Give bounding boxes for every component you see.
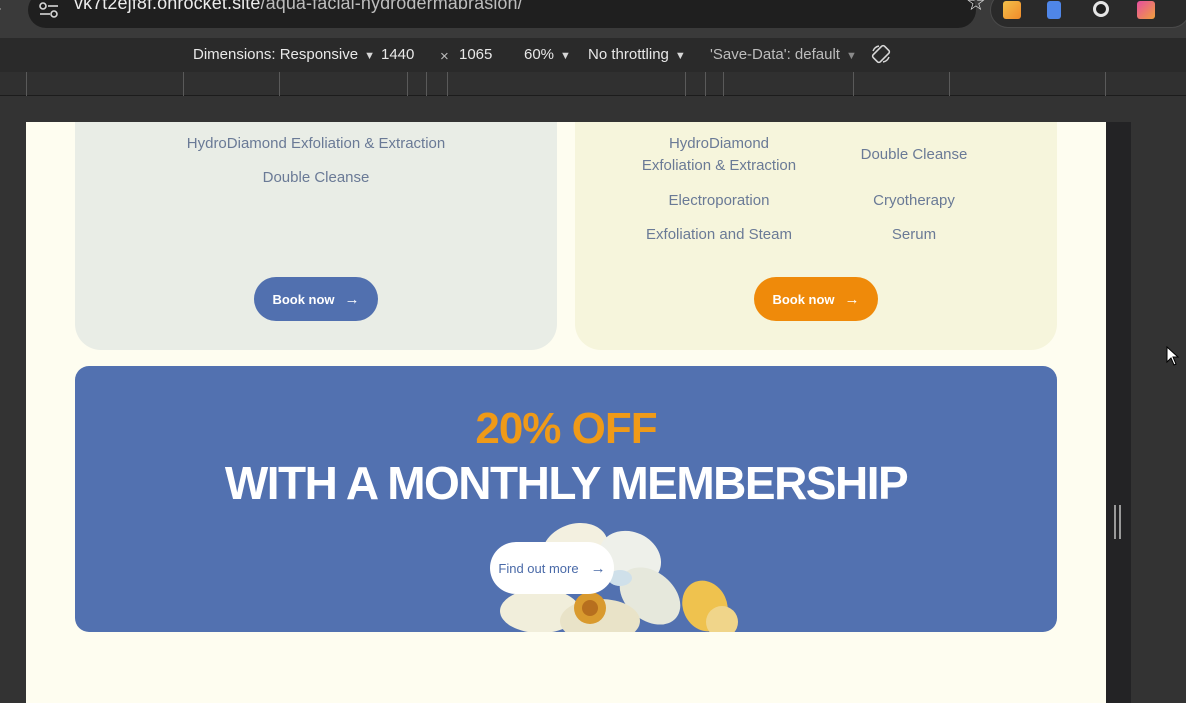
throttling-dropdown[interactable]: No throttling ▼ bbox=[588, 46, 686, 63]
dimensions-dropdown[interactable]: Dimensions: Responsive ▼ bbox=[193, 46, 375, 63]
service-item: Double Cleanse bbox=[262, 169, 370, 186]
chevron-down-icon: ▼ bbox=[560, 50, 571, 62]
extensions-tray bbox=[990, 0, 1186, 28]
find-out-more-button[interactable]: Find out more → bbox=[490, 542, 614, 594]
dimensions-label: Dimensions: Responsive bbox=[193, 46, 359, 63]
service-item: Double Cleanse bbox=[860, 146, 968, 163]
chevron-down-icon: ▼ bbox=[674, 50, 686, 62]
service-item: Exfoliation and Steam bbox=[646, 226, 792, 243]
save-data-label: 'Save-Data': default bbox=[710, 46, 840, 63]
site-settings-icon[interactable] bbox=[38, 1, 60, 19]
find-out-more-label: Find out more bbox=[498, 560, 579, 576]
zoom-label: 60% bbox=[524, 46, 555, 63]
service-card-right: HydroDiamond Exfoliation & Extraction Do… bbox=[575, 122, 1057, 350]
save-data-dropdown[interactable]: 'Save-Data': default ▼ bbox=[710, 46, 857, 63]
arrow-right-icon: → bbox=[590, 559, 606, 577]
url-host: vk7t2ejf8f.onrocket.site bbox=[74, 0, 261, 13]
service-item: HydroDiamond Exfoliation & Extraction bbox=[641, 135, 797, 174]
browser-toolbar: › vk7t2ejf8f.onrocket.site/aqua-facial-h… bbox=[0, 0, 1186, 38]
media-query-ruler[interactable] bbox=[0, 72, 1186, 96]
extension-doc-icon[interactable] bbox=[1047, 1, 1061, 19]
arrow-right-icon: → bbox=[344, 290, 360, 308]
viewport-gutter bbox=[1106, 122, 1131, 703]
service-item: Serum bbox=[891, 226, 937, 243]
rotate-icon[interactable] bbox=[870, 43, 892, 65]
url-text[interactable]: vk7t2ejf8f.onrocket.site/aqua-facial-hyd… bbox=[74, 0, 523, 14]
book-now-button[interactable]: Book now → bbox=[254, 277, 378, 321]
device-toolbar: Dimensions: Responsive ▼ 1440 × 1065 60% ▼… bbox=[0, 38, 1186, 72]
url-path: /aqua-facial-hydrodermabrasion/ bbox=[260, 0, 523, 13]
membership-promo-banner: 20% OFF WITH A MONTHLY MEMBERSHIP Find o… bbox=[75, 366, 1057, 632]
service-item: Cryotherapy bbox=[873, 192, 955, 209]
width-input[interactable]: 1440 bbox=[381, 46, 414, 63]
book-now-button[interactable]: Book now → bbox=[754, 277, 878, 321]
back-fragment-icon[interactable]: › bbox=[0, 0, 1, 18]
times-sign: × bbox=[440, 48, 449, 65]
address-bar[interactable]: vk7t2ejf8f.onrocket.site/aqua-facial-hyd… bbox=[28, 0, 986, 28]
service-card-left: HydroDiamond Exfoliation & Extraction Do… bbox=[75, 122, 557, 350]
extension-notes-icon[interactable] bbox=[1003, 1, 1021, 19]
book-now-label: Book now bbox=[272, 291, 335, 307]
zoom-dropdown[interactable]: 60% ▼ bbox=[524, 46, 571, 63]
service-item: Electroporation bbox=[668, 192, 770, 209]
height-input[interactable]: 1065 bbox=[459, 46, 492, 63]
bookmark-star-icon[interactable]: ☆ bbox=[966, 0, 986, 16]
extension-record-icon[interactable] bbox=[1093, 1, 1109, 17]
service-item: HydroDiamond Exfoliation & Extraction bbox=[186, 135, 446, 152]
promo-discount: 20% OFF bbox=[475, 404, 657, 453]
book-now-label: Book now bbox=[772, 291, 835, 307]
resize-handle[interactable] bbox=[1114, 505, 1122, 539]
chevron-down-icon: ▼ bbox=[364, 50, 375, 62]
promo-title: WITH A MONTHLY MEMBERSHIP bbox=[224, 457, 909, 509]
chevron-down-icon: ▼ bbox=[845, 50, 857, 62]
throttling-label: No throttling bbox=[588, 46, 669, 63]
mouse-cursor-icon bbox=[1166, 346, 1180, 366]
arrow-right-icon: → bbox=[844, 290, 860, 308]
extension-color-icon[interactable] bbox=[1137, 1, 1155, 19]
emulated-page: HydroDiamond Exfoliation & Extraction Do… bbox=[26, 122, 1106, 703]
